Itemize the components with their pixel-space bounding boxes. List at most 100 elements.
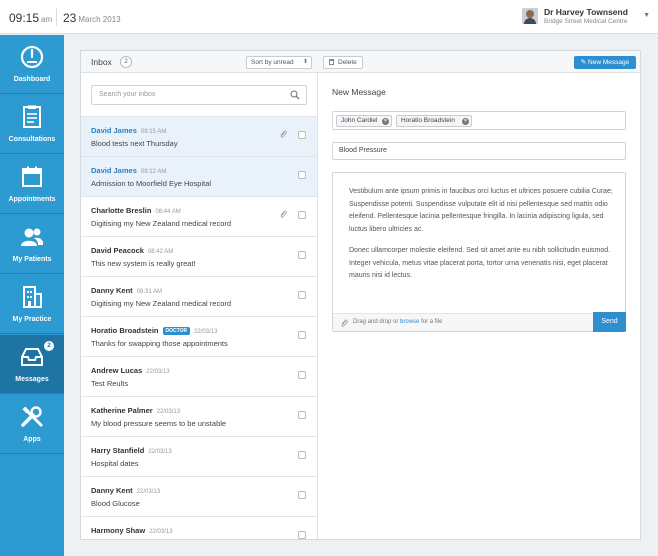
remove-recipient-icon[interactable]: ✕ [382,118,389,125]
sidebar-item-my-patients[interactable]: My Patients [0,215,64,274]
sidebar: Dashboard Consultations Appointments My … [0,35,64,556]
sidebar-item-appointments[interactable]: Appointments [0,155,64,214]
attach-suffix: for a file [421,319,443,325]
message-subject: Thanks for swapping those appointments [91,339,228,348]
clock-ampm: am [41,15,53,24]
tools-icon [21,406,43,427]
message-subject: Digitising my New Zealand medical record [91,219,232,228]
recipients-field[interactable]: John Cardiel ✕ Horatio Broadstein ✕ [332,111,626,130]
message-subject: Blood tests next Thursday [91,139,178,148]
message-subject: Test Reults [91,379,129,388]
message-sender: Harry Stanfield 22/03/13 [91,446,172,455]
message-subject: Hospital dates [91,459,139,468]
sidebar-item-my-practice[interactable]: My Practice [0,275,64,334]
attachment-hint: Drag and drop or browse for a file [353,319,442,325]
trash-icon [329,59,334,65]
message-row[interactable]: Danny Kent 22/03/13 Blood Glucose [81,476,317,516]
send-button[interactable]: Send [593,312,626,332]
message-row[interactable]: Harmony Shaw 22/03/13 [81,516,317,539]
remove-recipient-icon[interactable]: ✕ [462,118,469,125]
sidebar-item-dashboard[interactable]: Dashboard [0,35,64,94]
message-sender: David James 09:12 AM [91,166,166,175]
message-row[interactable]: Charlotte Breslin 08:44 AM Digitising my N… [81,196,317,236]
user-name: Dr Harvey Townsend [544,7,628,17]
message-checkbox[interactable] [298,171,306,179]
clock-time: 09:15 [9,11,40,25]
message-time: 22/03/13 [146,369,170,375]
sidebar-item-label: Messages [15,376,49,383]
message-sender: Danny Kent 08:31 AM [91,286,162,295]
message-body-text: Vestibulum ante ipsum primis in faucibus… [349,186,617,292]
user-profile-menu[interactable]: Dr Harvey Townsend Bridge Street Medical… [522,6,650,28]
message-row[interactable]: David James 09:15 AM Blood tests next Thur… [81,116,317,156]
sender-name: Danny Kent [91,486,133,495]
recipient-chip[interactable]: John Cardiel ✕ [336,115,392,127]
message-row[interactable]: David Peacock 08:42 AM This new system is … [81,236,317,276]
message-sender: Katherine Palmer 22/03/13 [91,406,180,415]
sender-name: Horatio Broadstein [91,326,159,335]
sort-select-value: Sort by unread [251,59,294,66]
sidebar-item-messages[interactable]: 2 Messages [0,335,64,394]
message-checkbox[interactable] [298,531,306,539]
message-time: 22/03/13 [156,409,181,415]
search-icon[interactable] [290,90,300,100]
sidebar-item-consultations[interactable]: Consultations [0,95,64,154]
message-row[interactable]: Danny Kent 08:31 AM Digitising my New Zeal… [81,276,317,316]
search-placeholder: Search your inbox [99,91,156,98]
message-sender: David James 09:15 AM [91,126,166,135]
subject-field[interactable]: Blood Pressure [332,142,626,160]
panel-header: Inbox 2 Sort by unread ⬍ Delete ✎ New Mes… [81,51,640,73]
browse-link[interactable]: browse [400,319,419,325]
message-time: 22/03/13 [148,449,172,455]
sender-name: David James [91,166,137,175]
sender-name: Harmony Shaw [91,526,146,535]
message-sender: Andrew Lucas 22/03/13 [91,366,170,375]
message-subject: Digitising my New Zealand medical record [91,299,232,308]
message-checkbox[interactable] [298,251,306,259]
message-row[interactable]: Horatio Broadstein DOCTOR 22/03/13 Thanks f… [81,316,317,356]
new-message-button[interactable]: ✎ New Message [574,56,636,69]
message-checkbox[interactable] [298,131,306,139]
message-checkbox[interactable] [298,411,306,419]
clock: 09:15 am [9,11,52,25]
message-checkbox[interactable] [298,291,306,299]
recipient-chip[interactable]: Horatio Broadstein ✕ [396,115,472,127]
caret-down-icon[interactable]: ▼ [643,12,650,19]
delete-button[interactable]: Delete [323,56,363,69]
message-checkbox[interactable] [298,491,306,499]
message-checkbox[interactable] [298,371,306,379]
inbox-title: Inbox [91,57,112,67]
message-sender: Charlotte Breslin 08:44 AM [91,206,181,215]
message-time: 09:12 AM [140,169,167,175]
search-input[interactable]: Search your inbox [91,85,307,105]
paperclip-icon [279,129,287,139]
date: 23 March 2013 [63,11,121,25]
message-checkbox[interactable] [298,331,306,339]
message-row[interactable]: Andrew Lucas 22/03/13 Test Reults [81,356,317,396]
paperclip-icon [279,209,287,219]
paperclip-icon [341,319,348,327]
message-checkbox[interactable] [298,451,306,459]
sender-name: Katherine Palmer [91,406,153,415]
messages-count-badge: 2 [44,341,54,351]
messages-panel: Inbox 2 Sort by unread ⬍ Delete ✎ New Mes… [80,50,641,540]
sender-name: Danny Kent [91,286,133,295]
message-row[interactable]: Harry Stanfield 22/03/13 Hospital dates [81,436,317,476]
message-subject: My blood pressure seems to be unstable [91,419,227,428]
sort-select[interactable]: Sort by unread ⬍ [246,56,312,69]
user-organization: Bridge Street Medical Centre [544,18,628,25]
message-row[interactable]: David James 09:12 AM Admission to Moorfiel… [81,156,317,196]
message-subject: Admission to Moorfield Eye Hospital [91,179,212,188]
message-checkbox[interactable] [298,211,306,219]
message-time: 22/03/13 [149,529,173,535]
sidebar-item-label: Consultations [8,136,56,143]
message-subject: This new system is really great! [91,259,196,268]
recipient-name: Horatio Broadstein [401,117,455,124]
message-time: 08:44 AM [155,209,181,215]
message-body-field[interactable]: Vestibulum ante ipsum primis in faucibus… [332,172,626,332]
attachment-dropzone[interactable]: Drag and drop or browse for a file [333,313,625,331]
message-row[interactable]: Katherine Palmer 22/03/13 My blood pressur… [81,396,317,436]
sidebar-item-apps[interactable]: Apps [0,395,64,454]
divider [56,8,57,26]
pencil-icon: ✎ [580,59,587,66]
